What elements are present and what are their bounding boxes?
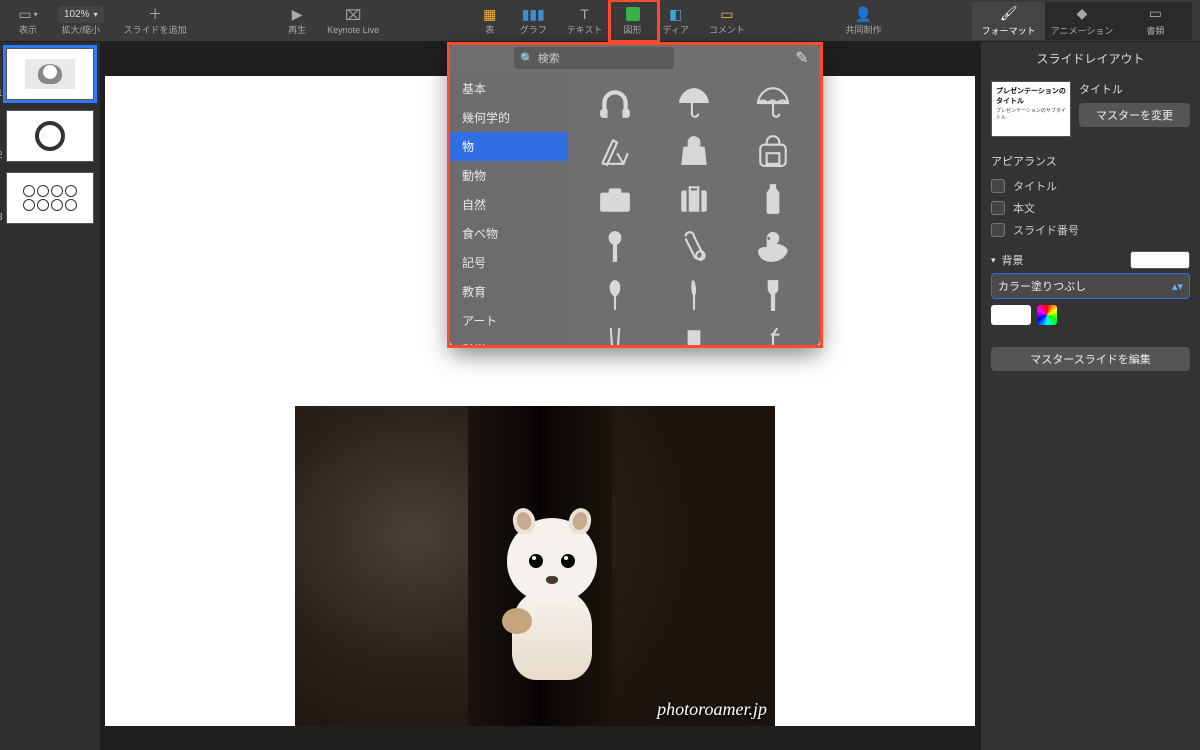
shape-popover: 🔍 検索 ✎ 基本幾何学的物動物自然食べ物記号教育アート科学人々場所 [450,42,820,346]
shape-umbrella-closed-icon[interactable] [737,80,810,126]
shape-category-基本[interactable]: 基本 [450,74,568,103]
slide-thumb-3[interactable]: 3 [6,172,94,224]
checkbox-body[interactable]: 本文 [991,197,1190,219]
chart-button[interactable]: ▮▮▮グラフ [510,2,557,40]
draw-shape-button[interactable]: ✎ [792,48,812,68]
layout-title-label: タイトル [1079,81,1190,97]
shape-knife-icon[interactable] [657,272,730,318]
animal-graphic [497,518,607,678]
text-button[interactable]: Tテキスト [557,2,613,40]
shape-headphones-icon[interactable] [578,80,651,126]
add-slide-button[interactable]: ＋スライドを追加 [114,2,197,40]
animate-tab[interactable]: ◆アニメーション [1045,2,1118,40]
keynote-live-button[interactable]: ⌧Keynote Live [317,2,389,40]
shape-grid[interactable] [568,74,820,346]
play-button[interactable]: ▶再生 [277,2,317,40]
search-icon: 🔍 [520,52,534,65]
background-swatch[interactable] [1130,251,1190,269]
shape-straw-icon[interactable] [737,320,810,346]
shape-category-list[interactable]: 基本幾何学的物動物自然食べ物記号教育アート科学人々場所 [450,74,568,346]
shape-category-アート[interactable]: アート [450,306,568,335]
shape-backpack-icon[interactable] [737,128,810,174]
slide-thumb-2[interactable]: 2 [6,110,94,162]
add-slide-label: スライドを追加 [124,23,187,36]
zoom-label: 拡大/縮小 [62,23,101,36]
shape-briefcase-icon[interactable] [578,176,651,222]
document-tab[interactable]: ▭書類 [1119,2,1192,40]
inspector-panel: スライドレイアウト プレゼンテーションのタイトル プレゼンテーションのサブタイト… [980,42,1200,750]
zoom-value: 102% [58,6,104,23]
fill-color-well[interactable] [991,305,1031,325]
shape-category-教育[interactable]: 教育 [450,277,568,306]
shape-suitcase-icon[interactable] [657,176,730,222]
background-disclosure[interactable]: ▾背景 [991,241,1190,273]
appearance-header: アピアランス [991,147,1190,175]
shape-category-幾何学的[interactable]: 幾何学的 [450,103,568,132]
shape-category-動物[interactable]: 動物 [450,161,568,190]
slide-image[interactable]: photoroamer.jp [295,406,775,726]
shape-beach-chair-icon[interactable] [578,128,651,174]
search-placeholder: 検索 [538,50,560,66]
shape-chopsticks-icon[interactable] [578,320,651,346]
shape-bottle-icon[interactable] [737,176,810,222]
shape-duck-icon[interactable] [737,224,810,270]
change-master-button[interactable]: マスターを変更 [1079,103,1190,127]
view-label: 表示 [19,23,37,36]
shape-category-物[interactable]: 物 [450,132,568,161]
format-tab[interactable]: 🖌フォーマット [972,2,1045,40]
edit-master-button[interactable]: マスタースライドを編集 [991,347,1190,371]
shape-cup-icon[interactable] [657,320,730,346]
inspector-title: スライドレイアウト [981,42,1200,75]
color-wheel-button[interactable] [1037,305,1057,325]
shape-maraca-icon[interactable] [578,224,651,270]
shape-search-input[interactable]: 🔍 検索 [514,47,674,69]
layout-thumbnail[interactable]: プレゼンテーションのタイトル プレゼンテーションのサブタイトル [991,81,1071,137]
collaborate-button[interactable]: 👤共同制作 [835,2,891,40]
shape-category-食べ物[interactable]: 食べ物 [450,219,568,248]
checkbox-title[interactable]: タイトル [991,175,1190,197]
shape-category-科学[interactable]: 科学 [450,335,568,346]
fill-type-select[interactable]: カラー塗りつぶし▴▾ [991,273,1190,299]
checkbox-slidenum[interactable]: スライド番号 [991,219,1190,241]
shape-safety-pin-icon[interactable] [657,224,730,270]
comment-button[interactable]: ▭コメント [699,2,755,40]
media-button[interactable]: ◧ディア [653,2,699,40]
table-button[interactable]: ▦表 [470,2,510,40]
shape-bag-icon[interactable] [657,128,730,174]
shape-category-自然[interactable]: 自然 [450,190,568,219]
image-watermark: photoroamer.jp [657,699,767,720]
slide-thumb-1[interactable]: 1 [6,48,94,100]
shape-category-記号[interactable]: 記号 [450,248,568,277]
shape-fork-icon[interactable] [737,272,810,318]
shape-umbrella-icon[interactable] [657,80,730,126]
slide-navigator[interactable]: 1 2 3 [0,42,100,750]
zoom-control[interactable]: 102% 拡大/縮小 [48,2,114,40]
view-menu-button[interactable]: ▭表示 [8,2,48,40]
toolbar: ▭表示 102% 拡大/縮小 ＋スライドを追加 ▶再生 ⌧Keynote Liv… [0,0,1200,42]
shape-spoon-icon[interactable] [578,272,651,318]
shape-button[interactable]: 図形 [613,2,653,40]
